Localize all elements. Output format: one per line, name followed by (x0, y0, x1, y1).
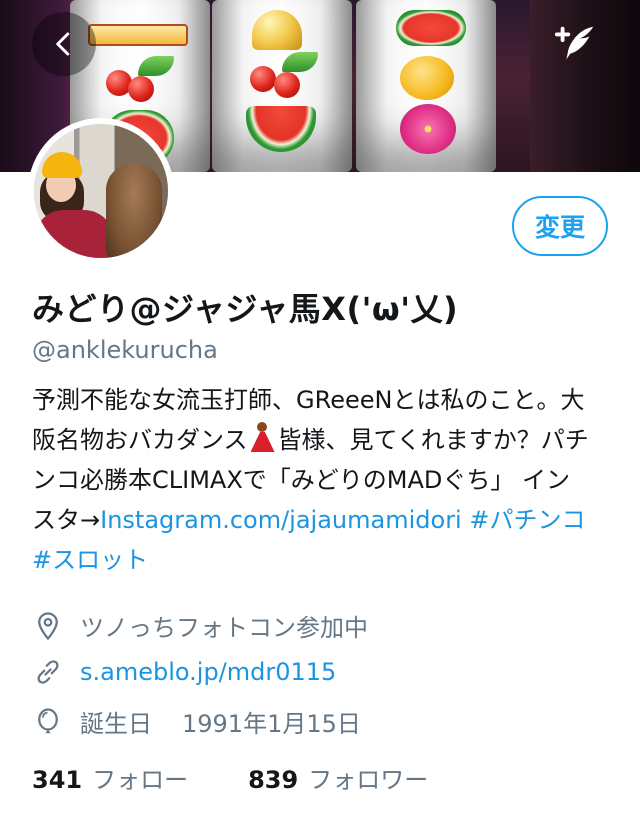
leaf-symbol (138, 56, 174, 76)
compose-tweet-icon (554, 26, 594, 60)
chevron-left-icon (56, 32, 70, 56)
hashtag-link[interactable]: #スロット (32, 546, 148, 574)
cherry-symbol (128, 76, 154, 102)
bio-instagram-link[interactable]: Instagram.com/jajaumamidori (100, 506, 462, 534)
following-stat[interactable]: 341 フォロー (32, 760, 188, 795)
avatar[interactable] (28, 118, 174, 264)
banner-plate (88, 24, 188, 46)
bell-symbol (252, 10, 302, 50)
photo-squirrel-statue (106, 164, 162, 258)
profile-location: ツノっちフォトコン参加中 (32, 608, 368, 643)
website-link[interactable]: s.ameblo.jp/mdr0115 (80, 658, 336, 686)
follow-stats: 341 フォロー 839 フォロワー (32, 760, 488, 795)
balloon-icon (32, 706, 64, 738)
orange-symbol (400, 56, 454, 100)
compose-tweet-button[interactable] (544, 12, 608, 76)
profile-website[interactable]: s.ameblo.jp/mdr0115 (32, 656, 336, 688)
photo-shirt (34, 210, 114, 258)
hashtag-link[interactable]: #パチンコ (469, 506, 585, 534)
avatar-photo (34, 124, 168, 258)
profile-birthday: 誕生日 1991年1月15日 (32, 704, 361, 739)
watermelon-symbol (396, 10, 466, 46)
watermelon-slice-symbol (246, 106, 316, 152)
slot-reel-center (212, 0, 352, 172)
followers-count: 839 (248, 766, 299, 794)
birthday-label: 誕生日 (80, 710, 152, 738)
user-handle: @anklekurucha (32, 336, 218, 364)
location-text: ツノっちフォトコン参加中 (80, 614, 368, 642)
following-label: フォロー (92, 766, 189, 794)
followers-stat[interactable]: 839 フォロワー (248, 760, 428, 795)
slot-reel-right (356, 0, 496, 172)
profile-bio: 予測不能な女流玉打師、GReeeNとは私のこと。大阪名物おバカダンス 皆様、見てく… (32, 380, 592, 580)
cherry-symbol (250, 66, 276, 92)
cherry-symbol (274, 72, 300, 98)
hibiscus-symbol (400, 104, 456, 154)
following-count: 341 (32, 766, 83, 794)
followers-label: フォロワー (308, 766, 429, 794)
display-name: みどり@ジャジャ馬X('ω'乂) (32, 290, 459, 328)
leaf-symbol (282, 52, 318, 72)
location-pin-icon (32, 610, 64, 642)
edit-profile-button[interactable]: 変更 (512, 196, 608, 256)
link-icon (32, 656, 64, 688)
birthday-value: 1991年1月15日 (182, 710, 361, 738)
dancer-emoji-icon (248, 422, 278, 452)
back-button[interactable] (32, 12, 96, 76)
